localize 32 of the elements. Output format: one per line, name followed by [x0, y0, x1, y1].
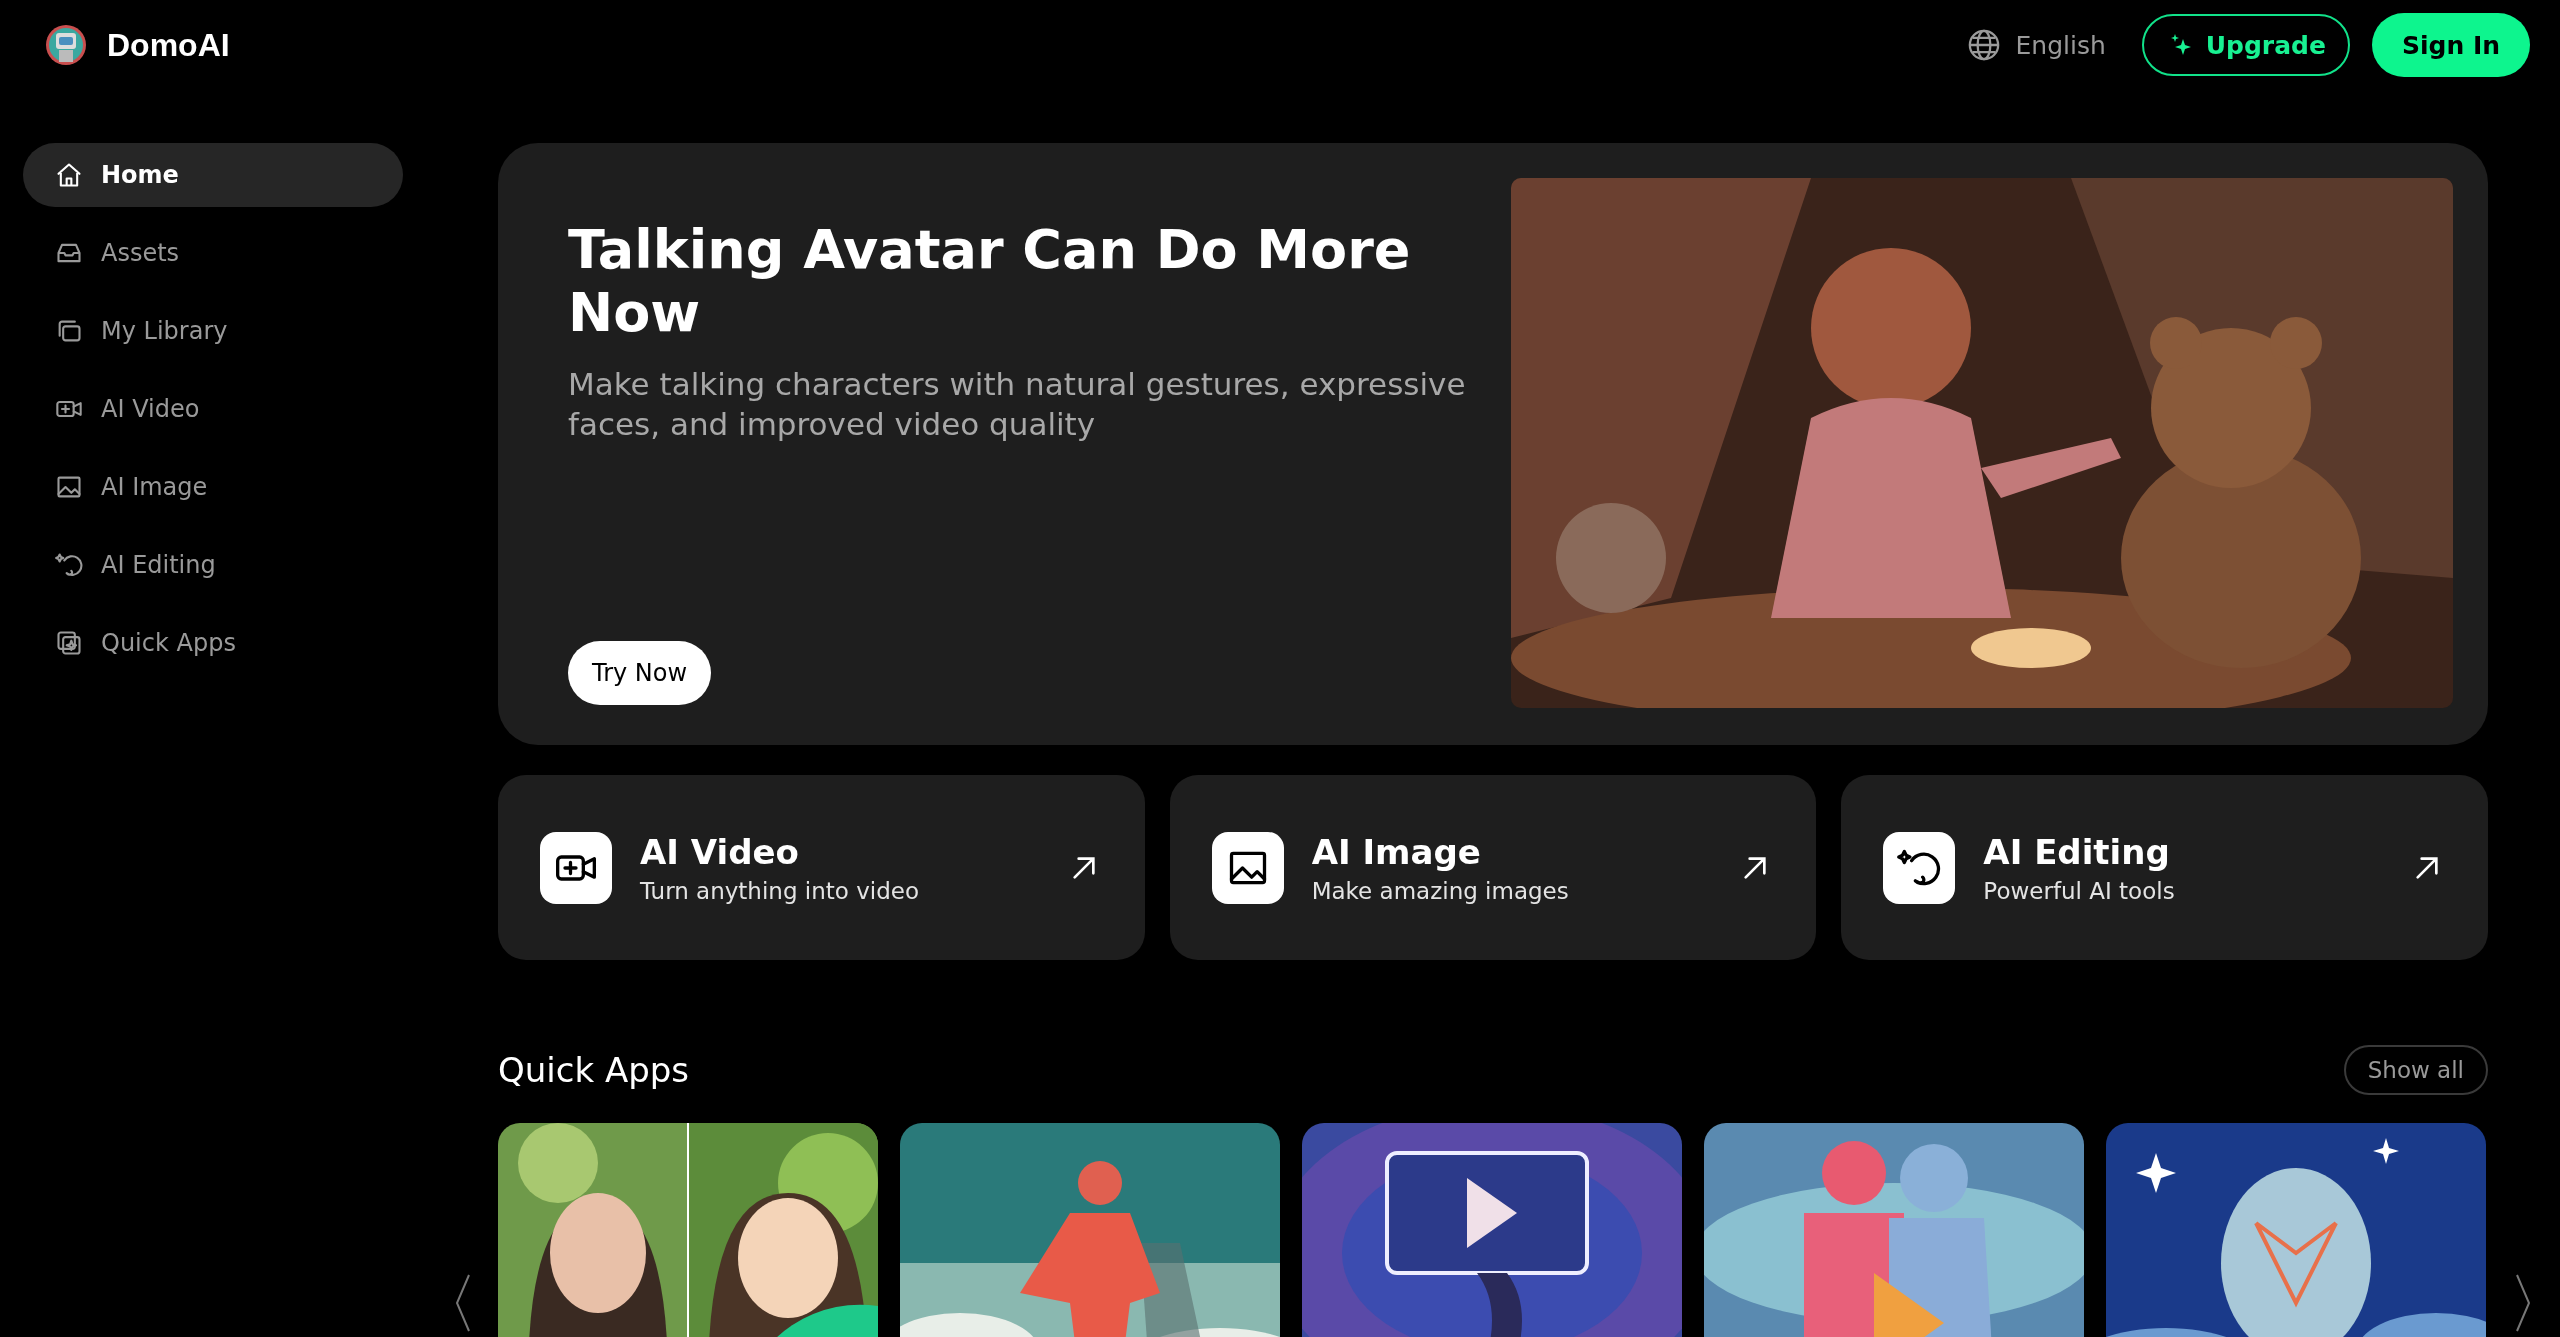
show-all-button[interactable]: Show all	[2343, 1045, 2488, 1095]
sign-in-button[interactable]: Sign In	[2371, 13, 2530, 77]
feature-title: AI Image	[1311, 831, 1482, 872]
upgrade-button[interactable]: Upgrade	[2141, 14, 2350, 76]
feature-subtitle: Powerful AI tools	[1983, 877, 2176, 904]
sidebar-item[interactable]: My Library	[23, 299, 403, 363]
sidebar-item[interactable]: Quick Apps	[23, 611, 403, 675]
sidebar-item[interactable]: Home	[23, 143, 403, 207]
feature-card[interactable]: AI Video Turn anything into video	[498, 775, 1145, 960]
feature-subtitle: Turn anything into video	[640, 877, 921, 904]
sidebar-item[interactable]: AI Image	[23, 455, 403, 519]
feature-subtitle: Make amazing images	[1311, 877, 1570, 904]
sidebar-item[interactable]: Assets	[23, 221, 403, 285]
feature-title: AI Video	[640, 831, 800, 872]
section-title: Quick Apps	[498, 1050, 690, 1090]
globe-icon	[1967, 28, 2002, 62]
try-now-button[interactable]: Try Now	[568, 641, 712, 705]
sidebar-item[interactable]: AI Editing	[23, 533, 403, 597]
hero-title: Talking Avatar Can Do More Now	[568, 218, 1412, 344]
sparkle-loop-icon	[55, 551, 83, 579]
hero-subtitle: Make talking characters with natural gestures, expressive faces, and improved video quality	[568, 365, 1467, 445]
home-icon	[55, 161, 83, 189]
feature-card[interactable]: AI Editing Powerful AI tools	[1841, 775, 2488, 960]
logo-text: DomoAI	[107, 26, 230, 64]
feature-card[interactable]: AI Image Make amazing images	[1169, 775, 1817, 960]
app-sparkle-icon	[55, 629, 83, 657]
chevron-left-icon[interactable]	[453, 1273, 473, 1333]
chevron-right-icon[interactable]	[2513, 1273, 2533, 1333]
feature-title: AI Editing	[1983, 831, 2171, 872]
language-selector[interactable]: English	[1967, 28, 2106, 62]
logo-icon[interactable]	[45, 24, 87, 66]
sidebar-item[interactable]: AI Video	[23, 377, 403, 441]
